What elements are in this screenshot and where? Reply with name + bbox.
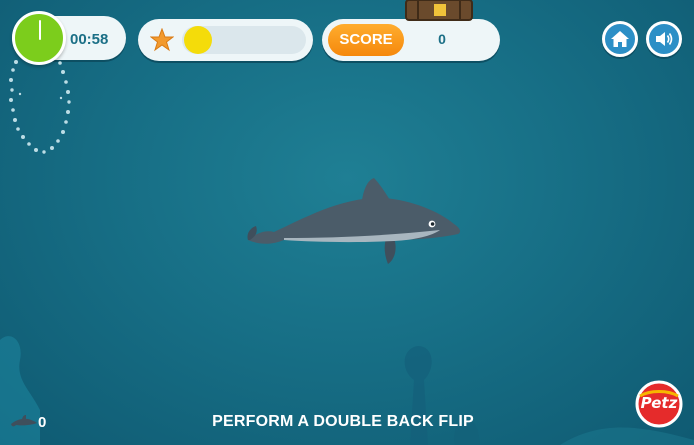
home-button[interactable]: [602, 21, 638, 57]
score-label: SCORE: [328, 24, 404, 56]
lives-count: 0: [38, 414, 47, 431]
bubble-trail-decor: [9, 60, 71, 154]
score-panel: SCORE 0: [322, 19, 500, 61]
instruction-text: PERFORM A DOUBLE BACK FLIP: [212, 413, 474, 430]
dolphin-lives-icon: [11, 415, 37, 427]
stopwatch-dial-icon: [12, 11, 66, 65]
home-icon: [611, 31, 629, 47]
starfish-icon: [150, 28, 174, 52]
sound-button[interactable]: [646, 21, 682, 57]
progress-panel: [138, 19, 313, 61]
petz-logo-text: Petz: [640, 394, 678, 412]
timer-text: 00:58: [70, 31, 109, 48]
dolphin-character: [247, 178, 461, 264]
score-value: 0: [438, 31, 446, 47]
progress-fill: [184, 26, 212, 54]
progress-track: [182, 26, 306, 54]
treasure-chest-decor: [405, 0, 473, 21]
game-scene: 00:58 SCORE 0 0 PERFORM A DOUBLE BACK FL…: [0, 0, 694, 445]
petz-logo[interactable]: Petz: [632, 380, 686, 428]
speaker-icon: [656, 32, 673, 46]
